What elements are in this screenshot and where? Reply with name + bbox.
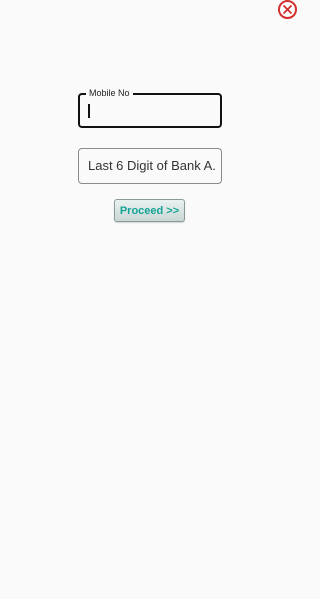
mobile-no-field[interactable]: Mobile No bbox=[78, 87, 222, 128]
close-icon bbox=[283, 5, 292, 14]
close-button[interactable] bbox=[278, 0, 297, 19]
bank-account-digits-field[interactable]: Last 6 Digit of Bank A... bbox=[78, 148, 222, 184]
mobile-no-label: Mobile No bbox=[86, 87, 133, 99]
text-cursor bbox=[88, 104, 90, 118]
bank-account-digits-placeholder: Last 6 Digit of Bank A... bbox=[88, 158, 215, 173]
proceed-button[interactable]: Proceed >> bbox=[114, 199, 185, 222]
